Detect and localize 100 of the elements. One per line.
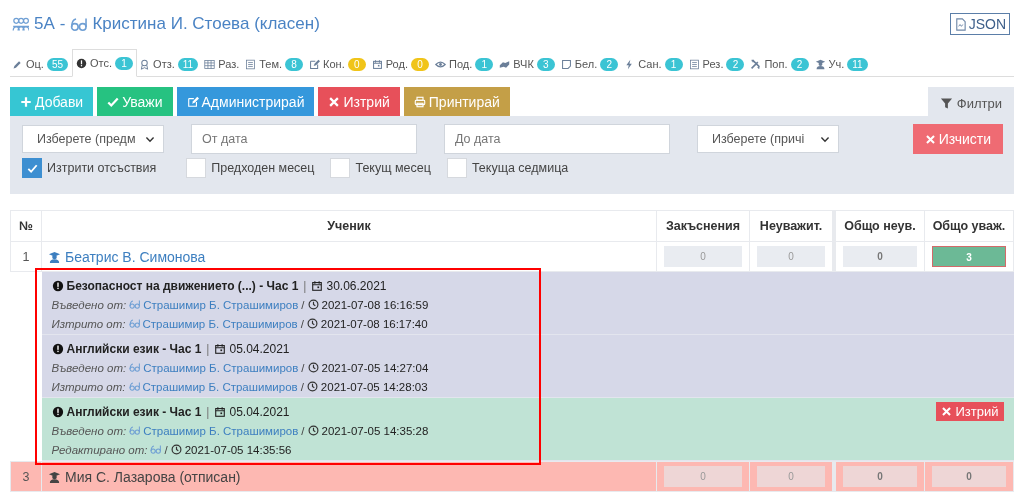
column-header: Ученик bbox=[41, 210, 657, 242]
clock-icon bbox=[306, 381, 318, 392]
reason-select[interactable]: Изберете (причі bbox=[697, 125, 839, 153]
absence-date: 05.04.2021 bbox=[229, 404, 290, 419]
json-button[interactable]: JSON bbox=[949, 13, 1010, 35]
from-date-field[interactable]: От дата bbox=[191, 124, 417, 154]
separator: | bbox=[303, 278, 307, 293]
student-name[interactable]: Мия С. Лазарова (отписан) bbox=[65, 468, 241, 485]
timestamp: 2021-07-08 16:17:40 bbox=[320, 317, 428, 330]
caret-icon bbox=[820, 134, 830, 144]
group-icon bbox=[12, 15, 29, 33]
class-name: 5A bbox=[34, 14, 55, 34]
tools-icon bbox=[750, 58, 762, 70]
table-icon bbox=[204, 58, 216, 70]
separator: / bbox=[300, 317, 304, 330]
value-box: 0 bbox=[757, 246, 825, 267]
delete-button[interactable]: Изтрий bbox=[936, 402, 1004, 421]
glasses-icon bbox=[128, 381, 140, 392]
count-badge: 0 bbox=[347, 57, 366, 71]
award-icon bbox=[139, 58, 151, 70]
absence-date: 05.04.2021 bbox=[229, 341, 290, 356]
value-box: 0 bbox=[757, 466, 825, 487]
line-label: Въведено от: bbox=[51, 424, 127, 437]
tab[interactable]: Кон. 0 bbox=[307, 52, 370, 76]
tab[interactable]: Тем. 8 bbox=[243, 52, 308, 76]
clock-icon bbox=[307, 362, 319, 373]
checkbox-label: Изтрити отсъствия bbox=[47, 161, 157, 175]
line-label: Въведено от: bbox=[51, 361, 127, 374]
close-icon bbox=[924, 133, 936, 145]
student-name[interactable]: Беатрис В. Симонова bbox=[65, 248, 206, 265]
value-box: 0 bbox=[932, 466, 1006, 487]
clock-icon bbox=[306, 318, 318, 329]
subject-title: Английски език - Час 1 bbox=[66, 341, 202, 356]
teacher-link[interactable]: Кристина И. Стоева (класен) bbox=[92, 14, 320, 34]
student-icon bbox=[814, 58, 826, 70]
close-icon bbox=[328, 95, 341, 108]
separator: | bbox=[206, 404, 210, 419]
clock-icon bbox=[307, 425, 319, 436]
subject-select[interactable]: Изберете (предм bbox=[22, 125, 164, 153]
separator: / bbox=[301, 298, 305, 311]
student-icon bbox=[48, 250, 61, 264]
eye-icon bbox=[434, 58, 446, 70]
glasses-icon bbox=[128, 318, 140, 329]
tab[interactable]: Род. 0 bbox=[369, 52, 433, 76]
student-icon bbox=[48, 470, 61, 484]
count-badge: 1 bbox=[664, 57, 683, 71]
tab[interactable]: Поп. 2 bbox=[748, 52, 813, 76]
close-icon bbox=[941, 406, 953, 417]
timestamp: 2021-07-05 14:35:56 bbox=[184, 443, 292, 456]
filter-toggle[interactable]: Филтри bbox=[927, 87, 1014, 119]
list-icon bbox=[688, 58, 700, 70]
value-box: 0 bbox=[664, 466, 742, 487]
tab[interactable]: Раз. bbox=[202, 52, 244, 76]
count-badge: 55 bbox=[46, 57, 69, 71]
value-box: 3 bbox=[932, 246, 1006, 267]
timestamp: 2021-07-08 16:16:59 bbox=[321, 298, 429, 311]
tab[interactable]: Уч. 11 bbox=[812, 52, 872, 76]
line-label: Изтрито от: bbox=[51, 380, 126, 393]
exclamation-icon bbox=[51, 405, 64, 418]
checkbox-label: Текуща седмица bbox=[471, 161, 569, 175]
count-badge: 2 bbox=[726, 57, 745, 71]
exclamation-icon bbox=[51, 279, 64, 292]
count-badge: 3 bbox=[536, 57, 555, 71]
list-icon bbox=[245, 58, 257, 70]
calendar-icon bbox=[214, 405, 227, 418]
row-number: 3 bbox=[10, 461, 42, 492]
tab[interactable]: Отз. 11 bbox=[137, 52, 203, 76]
calendar-icon bbox=[371, 58, 383, 70]
tab[interactable]: Сан. 1 bbox=[622, 52, 687, 76]
value-box: 0 bbox=[843, 246, 917, 267]
glasses-icon bbox=[129, 425, 141, 436]
glasses-icon bbox=[129, 362, 141, 373]
separator: / bbox=[301, 361, 305, 374]
column-header: Общо неув. bbox=[834, 210, 925, 242]
note-icon bbox=[560, 58, 572, 70]
subject-title: Английски език - Час 1 bbox=[66, 404, 202, 419]
glasses-icon bbox=[150, 444, 162, 455]
clock-icon bbox=[170, 444, 182, 455]
caret-icon bbox=[145, 134, 155, 144]
tab[interactable]: ВЧК 3 bbox=[497, 52, 559, 76]
absence-date: 30.06.2021 bbox=[326, 278, 387, 293]
to-date-field[interactable]: До дата bbox=[444, 124, 670, 154]
action-button[interactable]: Изтрий bbox=[318, 87, 400, 116]
value-box: 0 bbox=[843, 466, 917, 487]
print-icon bbox=[413, 95, 426, 108]
count-badge: 2 bbox=[600, 57, 619, 71]
line-label: Редактирано от: bbox=[51, 443, 148, 456]
tab[interactable]: Оц. 55 bbox=[10, 52, 73, 76]
clock-icon bbox=[307, 299, 319, 310]
dash: - bbox=[59, 14, 66, 34]
column-header: Неуважит. bbox=[749, 210, 834, 242]
tab[interactable]: Отс. 1 bbox=[72, 49, 138, 77]
count-badge: 11 bbox=[847, 57, 868, 71]
edit-icon bbox=[186, 95, 199, 108]
tab[interactable]: Под. 1 bbox=[432, 52, 498, 76]
count-badge: 0 bbox=[410, 57, 429, 71]
tab[interactable]: Бел. 2 bbox=[558, 52, 623, 76]
tab[interactable]: Рез. 2 bbox=[686, 52, 749, 76]
line-label: Въведено от: bbox=[51, 298, 127, 311]
checkbox[interactable] bbox=[22, 158, 42, 178]
